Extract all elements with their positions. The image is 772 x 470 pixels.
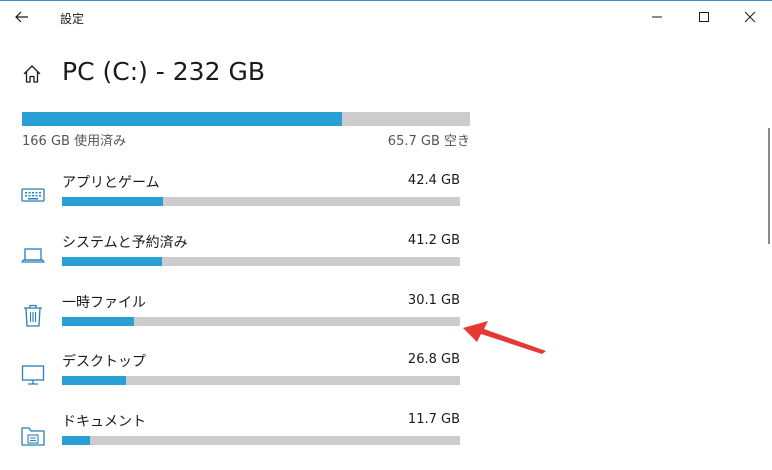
storage-usage-fill xyxy=(22,112,343,126)
category-size: 26.8 GB xyxy=(407,352,460,367)
category-usage-fill xyxy=(62,257,162,266)
laptop-icon xyxy=(20,242,46,268)
category-row-apps[interactable]: アプリとゲーム 42.4 GB xyxy=(0,168,480,224)
category-usage-bar xyxy=(62,376,460,385)
category-usage-fill xyxy=(62,197,164,206)
minimize-button[interactable] xyxy=(634,3,680,31)
maximize-icon xyxy=(699,12,709,22)
category-label: 一時ファイル xyxy=(62,295,146,311)
category-label: デスクトップ xyxy=(62,354,146,370)
close-icon xyxy=(744,11,756,23)
category-label: システムと予約済み xyxy=(62,235,188,251)
storage-usage-bar xyxy=(22,112,470,126)
category-usage-bar xyxy=(62,257,460,266)
documents-icon xyxy=(20,421,46,447)
title-bar: 設定 xyxy=(0,0,772,32)
category-size: 11.7 GB xyxy=(407,412,460,427)
monitor-icon xyxy=(20,361,46,387)
keyboard-icon xyxy=(20,182,46,208)
category-size: 42.4 GB xyxy=(407,173,460,188)
category-usage-bar xyxy=(62,317,460,326)
used-space-label: 166 GB 使用済み xyxy=(22,134,127,149)
category-usage-bar xyxy=(62,197,460,206)
category-size: 41.2 GB xyxy=(407,233,460,248)
category-usage-bar xyxy=(62,436,460,445)
back-button[interactable] xyxy=(8,5,36,29)
category-row-temp-files[interactable]: 一時ファイル 30.1 GB xyxy=(0,288,480,344)
category-row-desktop[interactable]: デスクトップ 26.8 GB xyxy=(0,347,480,403)
category-row-documents[interactable]: ドキュメント 11.7 GB xyxy=(0,407,480,463)
free-space-label: 65.7 GB 空き xyxy=(387,134,470,149)
category-row-system[interactable]: システムと予約済み 41.2 GB xyxy=(0,228,480,284)
scrollbar[interactable] xyxy=(768,128,770,244)
annotation-arrow-icon xyxy=(463,321,546,354)
home-icon[interactable] xyxy=(21,63,43,85)
category-label: ドキュメント xyxy=(62,414,146,430)
category-usage-fill xyxy=(62,436,90,445)
category-label: アプリとゲーム xyxy=(62,175,160,191)
category-usage-fill xyxy=(62,317,135,326)
page-title: PC (C:) - 232 GB xyxy=(62,57,265,86)
close-button[interactable] xyxy=(727,3,772,31)
category-size: 30.1 GB xyxy=(407,293,460,308)
trash-icon xyxy=(20,302,46,328)
category-usage-fill xyxy=(62,376,127,385)
minimize-icon xyxy=(652,16,662,18)
back-arrow-icon xyxy=(15,11,28,23)
window-title: 設定 xyxy=(60,12,85,26)
maximize-button[interactable] xyxy=(681,3,727,31)
